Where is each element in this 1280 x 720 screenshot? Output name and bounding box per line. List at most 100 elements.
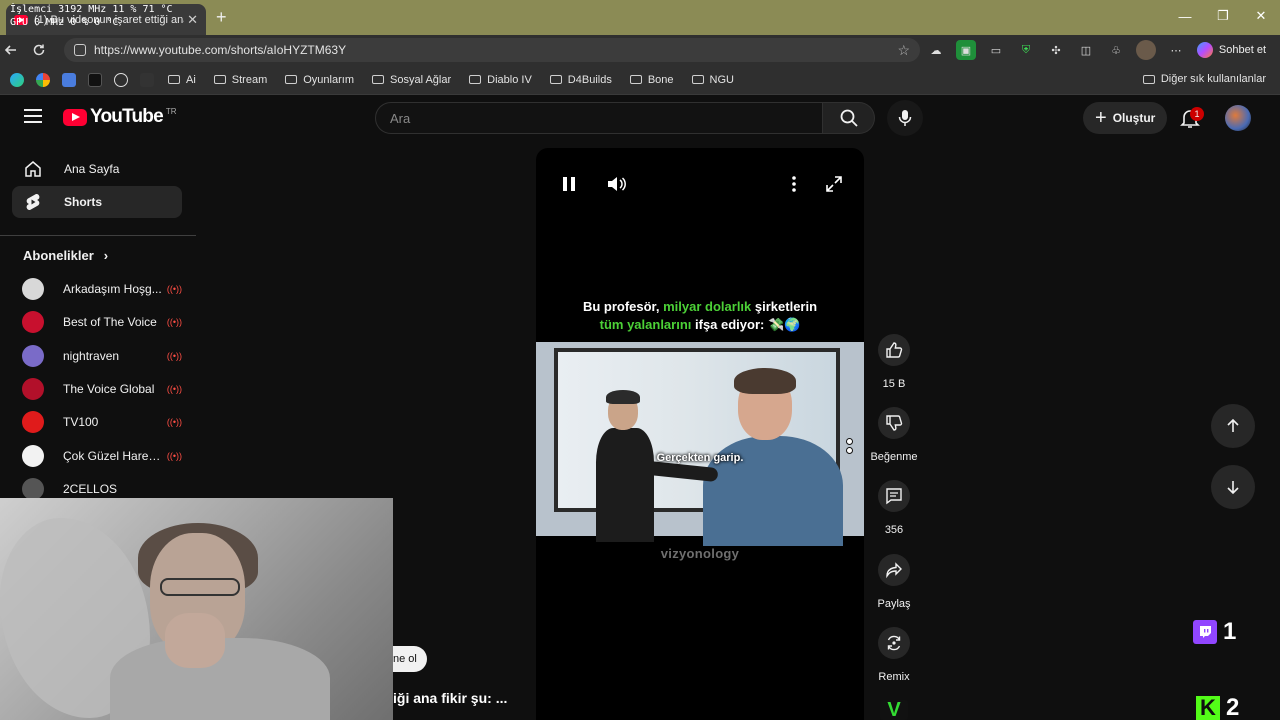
comment-count: 356: [884, 524, 904, 536]
bookmark-translate-icon[interactable]: [62, 72, 76, 87]
collections-icon[interactable]: ♧: [1106, 40, 1126, 60]
thumbs-down-icon[interactable]: [878, 407, 910, 439]
other-bookmarks[interactable]: Diğer sık kullanılanlar: [1142, 73, 1266, 85]
site-info-icon[interactable]: [74, 44, 86, 56]
bookmark-tiktok-icon[interactable]: [88, 72, 102, 87]
subscription-item[interactable]: The Voice Global ((•)): [22, 376, 182, 402]
pause-button[interactable]: [557, 172, 581, 196]
window-controls: — ❐ ✕: [1166, 0, 1280, 32]
green-extension-icon[interactable]: ▣: [956, 40, 976, 60]
cpu-readout: İşlemci 3192 MHz 11 % 71 °C: [10, 4, 173, 15]
new-tab-button[interactable]: +: [216, 7, 227, 28]
subscription-item[interactable]: TV100 ((•)): [22, 409, 182, 435]
chat-button-label: Sohbet et: [1218, 44, 1266, 56]
volume-button[interactable]: [604, 172, 628, 196]
subscription-item[interactable]: Best of The Voice ((•)): [22, 309, 182, 335]
reload-icon[interactable]: [32, 43, 60, 57]
channel-name: Çok Güzel Harek...: [63, 448, 163, 463]
country-code: TR: [165, 106, 177, 116]
sidebar-item-home[interactable]: Ana Sayfa: [12, 153, 182, 185]
maximize-button[interactable]: ❐: [1204, 0, 1242, 32]
more-options-icon[interactable]: ⋯: [1166, 40, 1186, 60]
bookmark-chatgpt-icon[interactable]: [114, 72, 128, 87]
comments-action[interactable]: 356: [866, 480, 922, 536]
kick-count: 2: [1226, 694, 1240, 720]
plus-icon: +: [1095, 106, 1107, 129]
url-field[interactable]: https://www.youtube.com/shorts/aIoHYZTM6…: [64, 38, 920, 62]
screen-extension-icon[interactable]: ▭: [986, 40, 1006, 60]
next-short-button[interactable]: [1211, 465, 1255, 509]
shorts-icon: [24, 193, 42, 211]
youtube-logo[interactable]: YouTube TR: [63, 106, 177, 128]
bookmark-folder[interactable]: Oyunlarım: [285, 74, 354, 86]
like-action[interactable]: 15 B: [866, 334, 922, 390]
shield-extension-icon[interactable]: ⛨: [1016, 40, 1036, 60]
channel-name: The Voice Global: [63, 381, 155, 396]
bookmark-folder[interactable]: Ai: [168, 74, 196, 86]
previous-short-button[interactable]: [1211, 404, 1255, 448]
subscription-item[interactable]: Arkadaşım Hoşg... ((•)): [22, 276, 182, 302]
comment-icon[interactable]: [878, 480, 910, 512]
channel-logo[interactable]: V: [880, 700, 908, 720]
address-bar-row: https://www.youtube.com/shorts/aIoHYZTM6…: [0, 35, 1280, 65]
remix-label: Remix: [878, 671, 910, 683]
bookmark-fey-icon[interactable]: [140, 72, 154, 87]
close-window-button[interactable]: ✕: [1242, 0, 1280, 32]
subscription-item[interactable]: nightraven ((•)): [22, 343, 182, 369]
puzzle-extensions-icon[interactable]: ✣: [1046, 40, 1066, 60]
bookmark-folder[interactable]: Stream: [213, 74, 267, 86]
video-frame: Gerçekten garip.: [536, 342, 864, 546]
back-arrow-icon[interactable]: [4, 43, 32, 57]
channel-avatar: [22, 411, 44, 434]
bookmark-star-icon[interactable]: ☆: [897, 42, 910, 59]
bookmark-folder[interactable]: Sosyal Ağlar: [372, 74, 451, 86]
subscription-item[interactable]: Çok Güzel Harek... ((•)): [22, 443, 182, 469]
share-icon[interactable]: [878, 554, 910, 586]
search-button[interactable]: [823, 102, 875, 134]
copilot-icon: [1196, 42, 1213, 58]
remix-action[interactable]: Remix: [866, 627, 922, 683]
sidebar-item-shorts[interactable]: Shorts: [12, 186, 182, 218]
url-text: https://www.youtube.com/shorts/aIoHYZTM6…: [94, 43, 347, 57]
dislike-action[interactable]: Beğenme: [866, 407, 922, 463]
subscribe-pill[interactable]: ne ol: [393, 646, 427, 672]
voice-search-button[interactable]: [887, 100, 923, 136]
sidebar-divider: [0, 235, 196, 236]
remix-icon[interactable]: [878, 627, 910, 659]
bookmark-google-icon[interactable]: [36, 72, 50, 87]
more-vertical-icon[interactable]: [782, 172, 806, 196]
search-box: [375, 102, 823, 134]
menu-hamburger-icon[interactable]: [24, 109, 42, 123]
channel-name: TV100: [63, 415, 99, 430]
create-label: Oluştur: [1112, 111, 1156, 125]
gpu-readout: GPU 0 MHz 0 % 0 °C: [10, 17, 119, 28]
split-screen-icon[interactable]: ◫: [1076, 40, 1096, 60]
browser-tab-bar: İşlemci 3192 MHz 11 % 71 °C GPU 0 MHz 0 …: [0, 0, 1280, 35]
tab-close-icon[interactable]: ✕: [187, 12, 198, 28]
create-button[interactable]: + Oluştur: [1083, 102, 1168, 134]
share-label: Paylaş: [877, 598, 911, 610]
channel-avatar: [22, 377, 44, 400]
share-action[interactable]: Paylaş: [866, 554, 922, 610]
chevron-right-icon: ›: [103, 248, 109, 263]
profile-icon[interactable]: [1136, 40, 1156, 60]
cloud-extension-icon[interactable]: ☁: [926, 40, 946, 60]
shorts-player[interactable]: Bu profesör, milyar dolarlık şirketlerin…: [536, 148, 864, 720]
subscriptions-header[interactable]: Abonelikler ›: [23, 248, 108, 263]
bookmark-edge-icon[interactable]: [10, 72, 24, 87]
folder-icon: [213, 75, 226, 84]
thumbs-up-icon[interactable]: [878, 334, 910, 366]
copilot-chat-button[interactable]: Sohbet et: [1196, 42, 1266, 58]
bookmark-folder[interactable]: D4Builds: [549, 74, 612, 86]
minimize-button[interactable]: —: [1166, 0, 1204, 32]
fullscreen-icon[interactable]: [822, 172, 846, 196]
search-input[interactable]: [390, 110, 822, 126]
folder-icon: [691, 75, 704, 84]
bookmark-folder[interactable]: Bone: [629, 74, 674, 86]
channel-name: 2CELLOS: [63, 481, 118, 496]
account-avatar[interactable]: [1225, 105, 1251, 131]
bookmark-folder[interactable]: NGU: [691, 74, 734, 86]
bookmark-folder[interactable]: Diablo IV: [469, 74, 532, 86]
folder-icon: [285, 75, 298, 84]
folder-icon: [549, 75, 562, 84]
